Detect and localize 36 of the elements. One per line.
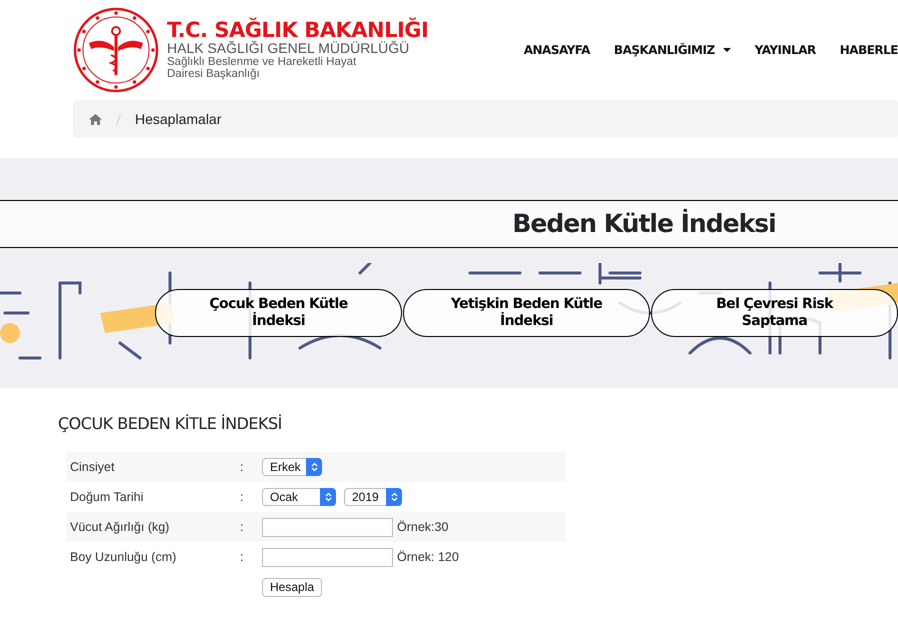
calculate-button[interactable]: Hesapla	[262, 578, 322, 596]
separator: :	[240, 488, 244, 506]
separator: :	[240, 518, 244, 536]
banner-title: Beden Kütle İndeksi	[512, 208, 776, 240]
chevron-icon	[386, 488, 402, 506]
input-field[interactable]	[262, 518, 393, 536]
select-field[interactable]: Ocak	[262, 488, 336, 506]
nav-link[interactable]: YAYINLAR	[754, 41, 816, 59]
chevron-icon	[306, 458, 322, 476]
field-label: Doğum Tarihi	[69, 488, 144, 506]
input-field[interactable]	[262, 548, 393, 566]
field-label: Boy Uzunluğu (cm)	[69, 548, 178, 566]
logo-title: T.C. SAĞLIK BAKANLIĞI	[167, 20, 428, 41]
category-button[interactable]: Yetişkin Beden Kütle İndeksi	[403, 289, 650, 337]
home-icon[interactable]	[89, 114, 102, 124]
hint-text: Örnek: 120	[397, 548, 459, 566]
chevron-icon	[320, 488, 336, 506]
field-label: Vücut Ağırlığı (kg)	[69, 518, 170, 536]
hint-text: Örnek:30	[397, 518, 448, 536]
select-field[interactable]: Erkek	[262, 458, 322, 476]
field-label: Cinsiyet	[69, 458, 116, 476]
select-field[interactable]: 2019	[344, 488, 402, 506]
breadcrumb-item: Hesaplamalar	[135, 110, 222, 129]
separator: :	[240, 548, 244, 566]
breadcrumb-divider	[116, 114, 121, 124]
separator: :	[240, 458, 244, 476]
nav-link[interactable]: HABERLE	[840, 41, 898, 59]
category-button[interactable]: Bel Çevresi Risk Saptama	[651, 289, 898, 337]
category-button[interactable]: Çocuk Beden Kütle İndeksi	[155, 289, 402, 337]
emblem-icon	[73, 7, 159, 93]
logo-text: Sağlıklı Beslenme ve Hareketli Hayat	[167, 56, 358, 68]
form-title: ÇOCUK BEDEN KİTLE İNDEKSİ	[58, 413, 283, 435]
logo-text: Dairesi Başkanlığı	[167, 68, 261, 80]
nav-link[interactable]: ANASAYFA	[524, 41, 590, 59]
logo-subtitle: HALK SAĞLIĞI GENEL MÜDÜRLÜĞÜ	[167, 40, 410, 56]
nav-link[interactable]: BAŞKANLIĞIMIZ	[614, 41, 731, 59]
